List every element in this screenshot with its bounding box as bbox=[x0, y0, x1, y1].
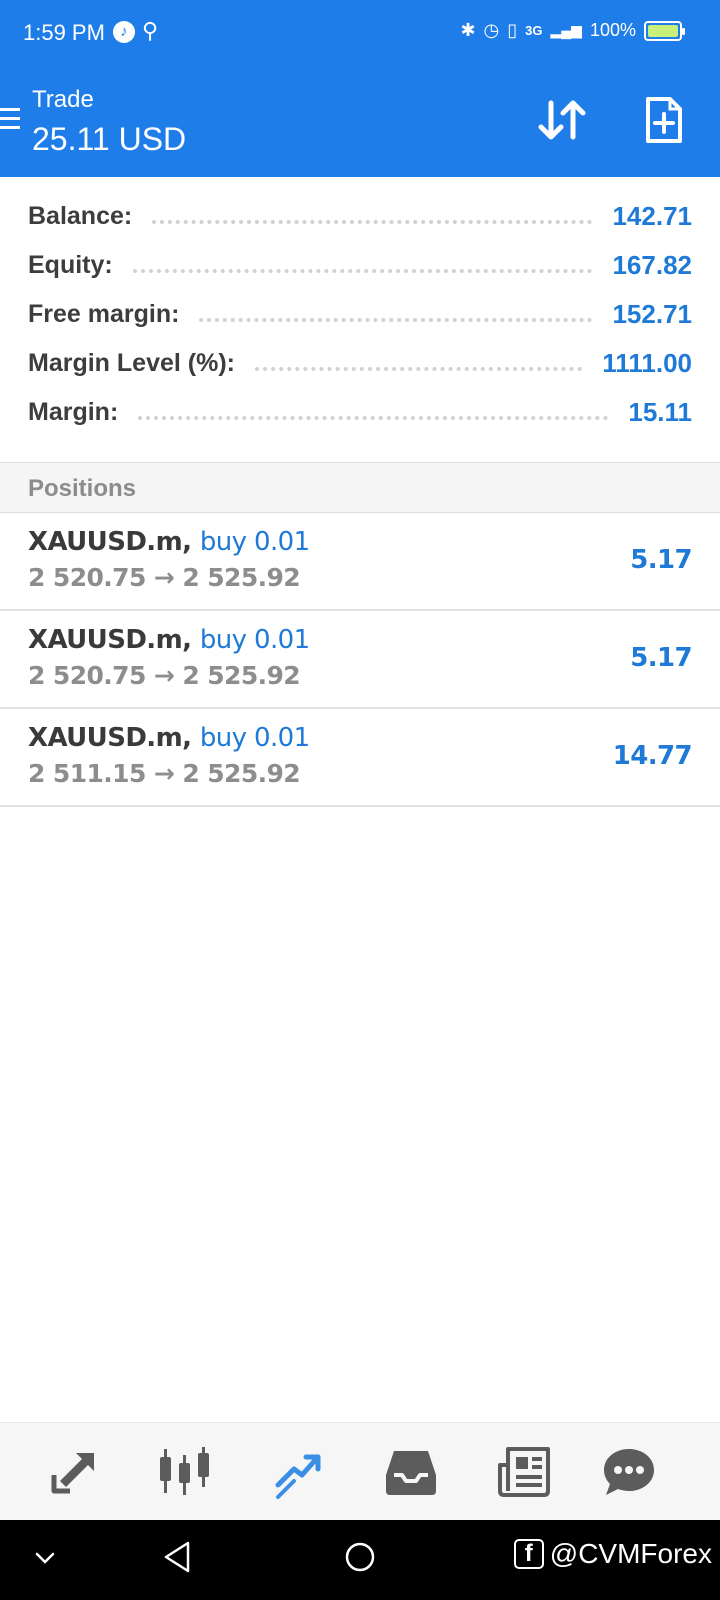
history-icon[interactable] bbox=[384, 1445, 438, 1499]
margin-level-value: 1111.00 bbox=[602, 347, 692, 378]
battery-fill bbox=[648, 24, 678, 37]
position-type: buy 0.01 bbox=[199, 625, 310, 655]
dotted-leader bbox=[254, 367, 583, 371]
status-indicators: ✱ ◷ ▯ 3G ▂▄▆ 100% bbox=[460, 20, 685, 41]
position-prices: 2 511.15 → 2 525.92 bbox=[28, 759, 301, 788]
bottom-tab-bar bbox=[0, 1422, 720, 1520]
position-profit: 5.17 bbox=[630, 643, 692, 673]
balance-row: Balance: 142.71 bbox=[28, 191, 692, 241]
page-title: Trade bbox=[32, 86, 94, 113]
new-order-icon[interactable] bbox=[645, 96, 683, 144]
balance-value: 142.71 bbox=[612, 200, 692, 231]
music-icon: ♪ bbox=[113, 21, 135, 43]
alarm-icon: ◷ bbox=[483, 20, 500, 40]
positions-list: XAUUSD.m, buy 0.01 2 520.75 → 2 525.92 5… bbox=[0, 513, 720, 807]
network-type: 3G bbox=[525, 23, 543, 38]
equity-row: Equity: 167.82 bbox=[28, 240, 692, 290]
margin-level-label: Margin Level (%): bbox=[28, 348, 235, 377]
chat-icon[interactable] bbox=[602, 1445, 656, 1499]
balance-label: Balance: bbox=[28, 201, 133, 230]
position-prices: 2 520.75 → 2 525.92 bbox=[28, 661, 301, 690]
positions-title: Positions bbox=[28, 475, 137, 502]
equity-label: Equity: bbox=[28, 250, 113, 279]
trade-icon[interactable] bbox=[272, 1445, 326, 1499]
position-profit: 5.17 bbox=[630, 545, 692, 575]
position-row[interactable]: XAUUSD.m, buy 0.01 2 520.75 → 2 525.92 5… bbox=[0, 513, 720, 611]
position-prices: 2 520.75 → 2 525.92 bbox=[28, 563, 301, 592]
watermark: f @CVMForex bbox=[513, 1538, 712, 1570]
margin-row: Margin: 15.11 bbox=[28, 387, 692, 437]
facebook-icon: f bbox=[513, 1539, 544, 1569]
back-icon[interactable] bbox=[162, 1540, 192, 1574]
position-row[interactable]: XAUUSD.m, buy 0.01 2 511.15 → 2 525.92 1… bbox=[0, 709, 720, 807]
positions-header: Positions bbox=[0, 462, 720, 513]
bluetooth-icon: ✱ bbox=[460, 20, 476, 40]
watermark-text: @CVMForex bbox=[549, 1538, 712, 1569]
status-bar: 1:59 PM ♪ ⚲ ✱ ◷ ▯ 3G ▂▄▆ 100% bbox=[0, 0, 720, 66]
sort-icon[interactable] bbox=[537, 97, 587, 143]
dotted-leader bbox=[138, 416, 609, 420]
collapse-icon[interactable] bbox=[34, 1550, 56, 1566]
position-type: buy 0.01 bbox=[199, 527, 310, 557]
account-summary: Balance: 142.71 Equity: 167.82 Free marg… bbox=[0, 177, 720, 462]
position-symbol: XAUUSD.m, bbox=[28, 625, 192, 655]
margin-label: Margin: bbox=[28, 397, 119, 426]
menu-icon[interactable] bbox=[0, 108, 20, 130]
quotes-icon[interactable] bbox=[46, 1445, 100, 1499]
position-profit: 14.77 bbox=[612, 741, 693, 771]
position-title: XAUUSD.m, buy 0.01 bbox=[28, 527, 310, 557]
vibrate-icon: ▯ bbox=[507, 20, 518, 40]
battery-percent: 100% bbox=[589, 20, 636, 40]
battery-icon bbox=[644, 20, 685, 41]
system-nav-bar: f @CVMForex bbox=[0, 1520, 720, 1600]
position-title: XAUUSD.m, buy 0.01 bbox=[28, 723, 310, 753]
news-icon[interactable] bbox=[498, 1445, 552, 1499]
dotted-leader bbox=[199, 318, 593, 322]
position-symbol: XAUUSD.m, bbox=[28, 723, 192, 753]
margin-level-row: Margin Level (%): 1111.00 bbox=[28, 338, 692, 388]
signal-icon: ▂▄▆ bbox=[550, 22, 582, 38]
status-time: 1:59 PM bbox=[23, 20, 105, 45]
usb-icon: ⚲ bbox=[142, 18, 159, 43]
account-profit: 25.11 USD bbox=[32, 121, 187, 157]
free-margin-label: Free margin: bbox=[28, 299, 180, 328]
position-type: buy 0.01 bbox=[199, 723, 310, 753]
position-row[interactable]: XAUUSD.m, buy 0.01 2 520.75 → 2 525.92 5… bbox=[0, 611, 720, 709]
free-margin-value: 152.71 bbox=[612, 298, 692, 329]
margin-value: 15.11 bbox=[628, 396, 692, 427]
position-title: XAUUSD.m, buy 0.01 bbox=[28, 625, 310, 655]
free-margin-row: Free margin: 152.71 bbox=[28, 289, 692, 339]
home-icon[interactable] bbox=[344, 1540, 376, 1574]
chart-icon[interactable] bbox=[158, 1445, 212, 1499]
position-symbol: XAUUSD.m, bbox=[28, 527, 192, 557]
equity-value: 167.82 bbox=[612, 249, 692, 280]
app-bar: Trade 25.11 USD bbox=[0, 66, 720, 177]
dotted-leader bbox=[132, 269, 593, 273]
dotted-leader bbox=[152, 220, 593, 224]
